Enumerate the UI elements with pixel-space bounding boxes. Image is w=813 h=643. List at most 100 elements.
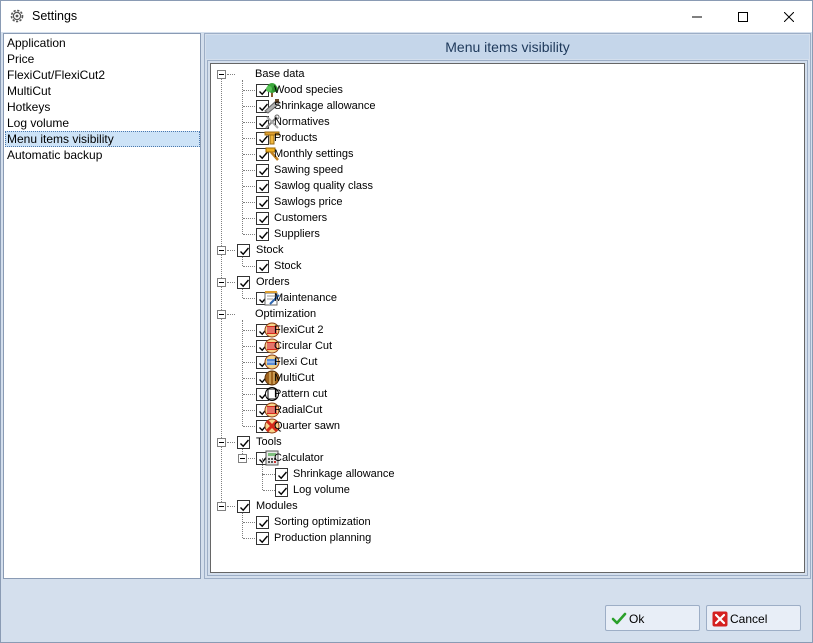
tree-item-sawlogs-price[interactable]: Sawlogs price	[211, 194, 801, 210]
tree-item-sawlog-quality-class[interactable]: Sawlog quality class	[211, 178, 801, 194]
sidebar-item-menu-items-visibility[interactable]: Menu items visibility	[5, 131, 200, 147]
tree-item-multicut[interactable]: MultiCut	[211, 370, 801, 386]
tree-item-label: Sawing speed	[274, 164, 344, 176]
sidebar-item-application[interactable]: Application	[5, 35, 200, 51]
checkbox[interactable]	[256, 196, 269, 209]
tree-item-maintenance[interactable]: Maintenance	[211, 290, 801, 306]
tree-item-tools[interactable]: Tools	[211, 434, 801, 450]
checkbox[interactable]	[237, 276, 250, 289]
maximize-button[interactable]	[720, 1, 766, 32]
checkbox[interactable]	[256, 260, 269, 273]
tree-item-flexi-cut[interactable]: Flexi Cut	[211, 354, 801, 370]
tree-item-production-planning[interactable]: Production planning	[211, 530, 801, 546]
sidebar-item-log-volume[interactable]: Log volume	[5, 115, 200, 131]
ok-label: Ok	[629, 612, 645, 626]
tree-connector	[227, 442, 235, 443]
tree-item-shrinkage-allowance[interactable]: Shrinkage allowance	[211, 458, 801, 482]
tree-item-label: Stock	[256, 244, 284, 256]
sidebar-item-price[interactable]: Price	[5, 51, 200, 67]
tree-item-label: Wood species	[274, 84, 343, 96]
settings-window: Settings Application Price FlexiCut/FlexiC…	[0, 0, 813, 643]
tree-item-pattern-cut[interactable]: Pattern cut	[211, 386, 801, 402]
tree-item-circular-cut[interactable]: Circular Cut	[211, 338, 801, 354]
tree-item-base-data[interactable]: Base data	[211, 66, 801, 82]
tree-connector	[243, 202, 255, 203]
cancel-icon	[712, 611, 728, 630]
tree-item-wood-species[interactable]: Wood species	[211, 82, 801, 98]
checkbox[interactable]	[256, 212, 269, 225]
tree-item-log-volume[interactable]: Log volume	[211, 474, 801, 498]
tree-item-stock[interactable]: Stock	[211, 258, 801, 274]
tree-item-shrinkage-allowance[interactable]: Shrinkage allowance	[211, 98, 801, 114]
tree-item-quarter-sawn[interactable]: Quarter sawn	[211, 418, 801, 434]
collapse-toggle[interactable]	[217, 246, 226, 255]
tree-item-radialcut[interactable]: RadialCut	[211, 402, 801, 418]
tree-connector	[243, 266, 255, 267]
tree-item-label: Sawlogs price	[274, 196, 343, 208]
minimize-button[interactable]	[674, 1, 720, 32]
tree-item-products[interactable]: Products	[211, 130, 801, 146]
cancel-button[interactable]: Cancel	[706, 605, 801, 631]
tree-connector	[227, 282, 235, 283]
tree-connector	[243, 362, 255, 363]
tree-item-optimization[interactable]: Optimization	[211, 306, 801, 322]
window-title: Settings	[32, 9, 78, 23]
tree-item-customers[interactable]: Customers	[211, 210, 801, 226]
tree-connector	[243, 378, 255, 379]
checkbox[interactable]	[256, 164, 269, 177]
tree-frame: Base data Wood species Shrinkage allowance…	[207, 60, 808, 576]
close-button[interactable]	[766, 1, 812, 32]
checkbox[interactable]	[275, 468, 288, 481]
tree-connector	[243, 106, 255, 107]
collapse-toggle[interactable]	[217, 70, 226, 79]
tree-connector	[243, 394, 255, 395]
ok-button[interactable]: Ok	[605, 605, 700, 631]
checkbox[interactable]	[256, 516, 269, 529]
checkbox[interactable]	[275, 484, 288, 497]
collapse-toggle[interactable]	[217, 310, 226, 319]
sidebar-item-automatic-backup[interactable]: Automatic backup	[5, 147, 200, 163]
sidebar-item-hotkeys[interactable]: Hotkeys	[5, 99, 200, 115]
tree-item-sawing-speed[interactable]: Sawing speed	[211, 162, 801, 178]
tree-item-normatives[interactable]: Normatives	[211, 114, 801, 130]
check-icon	[611, 611, 627, 630]
tree-connector	[243, 218, 255, 219]
collapse-toggle[interactable]	[217, 278, 226, 287]
tree-item-flexicut-2[interactable]: FlexiCut 2	[211, 322, 801, 338]
tree-item-label: Calculator	[274, 452, 324, 464]
checkbox[interactable]	[237, 436, 250, 449]
tree-item-label: Suppliers	[274, 228, 320, 240]
checkbox[interactable]	[237, 244, 250, 257]
checkbox[interactable]	[256, 228, 269, 241]
tree-item-label: Flexi Cut	[274, 356, 318, 368]
tree-item-label: Circular Cut	[274, 340, 333, 352]
gear-icon	[9, 8, 25, 24]
tree-item-sorting-optimization[interactable]: Sorting optimization	[211, 514, 801, 530]
tree-connector	[243, 426, 255, 427]
tree-item-suppliers[interactable]: Suppliers	[211, 226, 801, 242]
tree-item-modules[interactable]: Modules	[211, 498, 801, 514]
tree-connector	[243, 154, 255, 155]
tree-connector	[262, 458, 263, 474]
checkbox[interactable]	[237, 500, 250, 513]
tree-item-stock[interactable]: Stock	[211, 242, 801, 258]
tree-item-label: Normatives	[274, 116, 330, 128]
tree-item-label: Customers	[274, 212, 328, 224]
sidebar-item-flexicut-flexicut2[interactable]: FlexiCut/FlexiCut2	[5, 67, 200, 83]
collapse-toggle[interactable]	[217, 502, 226, 511]
collapse-toggle[interactable]	[217, 438, 226, 447]
tree-connector	[243, 170, 255, 171]
tree-item-calculator[interactable]: Calculator	[211, 450, 801, 466]
sidebar-item-multicut[interactable]: MultiCut	[5, 83, 200, 99]
tree-item-monthly-settings[interactable]: Monthly settings	[211, 146, 801, 162]
checkbox[interactable]	[256, 180, 269, 193]
tree-connector	[243, 186, 255, 187]
tree-item-label: Sorting optimization	[274, 516, 371, 528]
tree-item-label: Log volume	[293, 484, 350, 496]
tree-connector	[243, 522, 255, 523]
collapse-toggle[interactable]	[238, 454, 247, 463]
checkbox[interactable]	[256, 532, 269, 545]
tree-item-label: Pattern cut	[274, 388, 328, 400]
tree-item-orders[interactable]: Orders	[211, 274, 801, 290]
tree-connector	[243, 330, 255, 331]
